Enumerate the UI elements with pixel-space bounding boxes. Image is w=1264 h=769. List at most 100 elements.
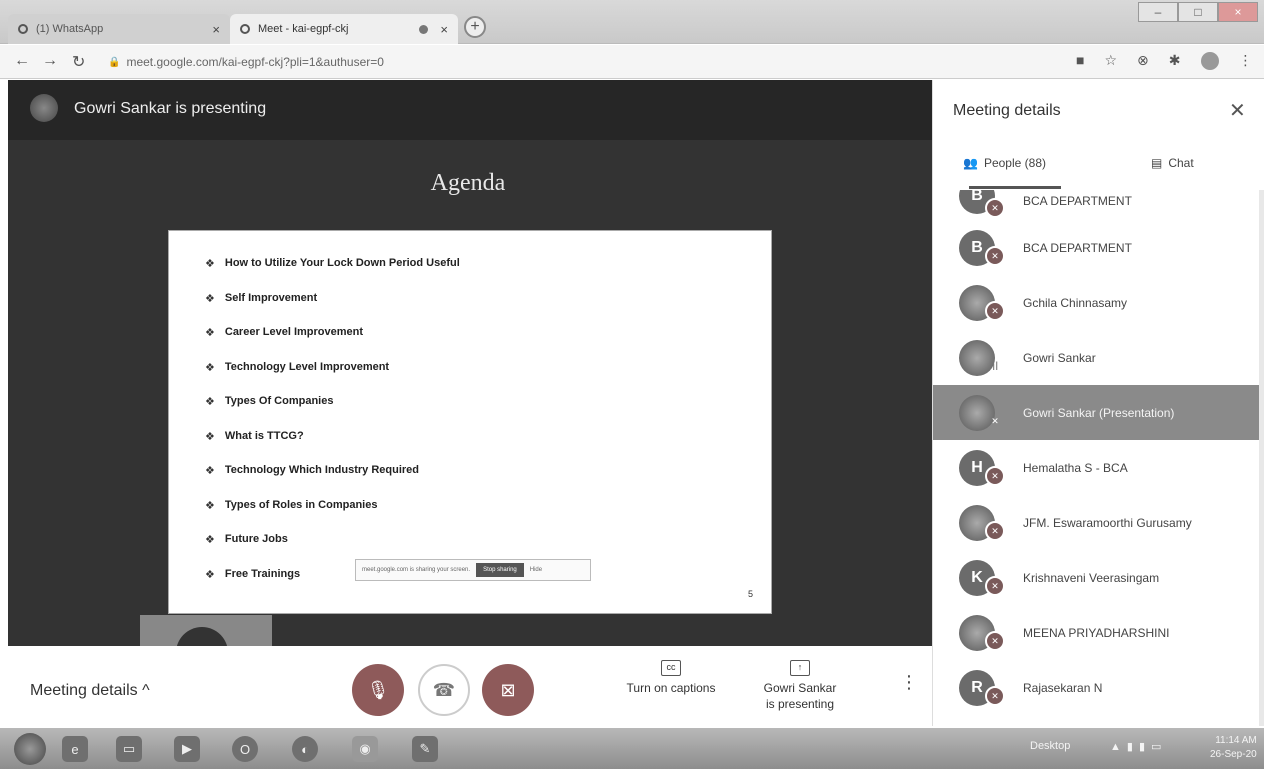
- participant-name: Hemalatha S - BCA: [1023, 460, 1128, 475]
- people-icon: 👥: [963, 156, 978, 170]
- tab-people[interactable]: 👥 People (88): [963, 156, 1046, 170]
- participant-name: Rajasekaran N: [1023, 680, 1103, 695]
- participant-list: B ✕ BCA DEPARTMENT B ✕ BCA DEPARTMENT ✕ …: [933, 190, 1264, 726]
- close-tab-icon[interactable]: ×: [212, 22, 220, 37]
- list-item[interactable]: H ✕ Hemalatha S - BCA: [933, 440, 1264, 495]
- bullet-icon: ❖: [205, 430, 215, 443]
- list-item[interactable]: B ✕ BCA DEPARTMENT: [933, 190, 1264, 220]
- window-controls: – □ ×: [1138, 2, 1258, 22]
- forward-icon[interactable]: →: [42, 52, 58, 70]
- hang-up-button[interactable]: ☎: [418, 664, 470, 716]
- close-icon[interactable]: ✕: [1229, 98, 1246, 123]
- list-item[interactable]: ıl Gowri Sankar: [933, 330, 1264, 385]
- minimize-button[interactable]: –: [1138, 2, 1178, 22]
- hide-button[interactable]: Hide: [530, 567, 542, 573]
- participant-name: BCA DEPARTMENT: [1023, 240, 1132, 255]
- list-item[interactable]: K ✕ Krishnaveni Veerasingam: [933, 550, 1264, 605]
- mic-off-icon: ✕: [985, 576, 1005, 596]
- address-bar[interactable]: 🔒 meet.google.com/kai-egpf-ckj?pli=1&aut…: [108, 51, 928, 73]
- tab-chat[interactable]: ▤ Chat: [1151, 156, 1194, 170]
- panel-tabs: 👥 People (88) ▤ Chat: [933, 150, 1264, 190]
- captions-button[interactable]: cc Turn on captions: [616, 660, 726, 696]
- bullet-icon: ❖: [205, 499, 215, 512]
- app-icon[interactable]: ◐: [292, 736, 318, 762]
- microphone-off-button[interactable]: 🎙: [352, 664, 404, 716]
- start-button[interactable]: [14, 733, 46, 765]
- participant-name: BCA DEPARTMENT: [1023, 194, 1132, 208]
- bookmark-star-icon[interactable]: ☆: [1104, 52, 1117, 70]
- agenda-item: ❖ Self Improvement: [205, 291, 318, 305]
- taskbar: e ▭ ▶ O ◐ ◉ ✎ Desktop ▲▮▮▭ 11:14 AM 26-S…: [0, 728, 1264, 769]
- internet-explorer-icon[interactable]: e: [62, 736, 88, 762]
- phone-hangup-icon: ☎: [432, 679, 456, 700]
- camera-off-icon: ⊠: [500, 679, 516, 700]
- recording-icon: [419, 24, 429, 34]
- browser-tab-bar: (1) WhatsApp × Meet - kai-egpf-ckj × + –…: [0, 0, 1264, 44]
- new-tab-button[interactable]: +: [464, 16, 486, 38]
- slide-page-number: 5: [747, 589, 753, 599]
- shared-slide: ❖ How to Utilize Your Lock Down Period Us…: [168, 230, 772, 614]
- presentation-stage: Gowri Sankar is presenting Agenda ❖ How t…: [8, 80, 932, 646]
- desktop-toolbar-label[interactable]: Desktop: [1030, 740, 1070, 752]
- slide-title: Agenda: [430, 170, 506, 196]
- browser-toolbar: ← → ↻ 🔒 meet.google.com/kai-egpf-ckj?pli…: [0, 45, 1264, 79]
- presenter-avatar: [30, 94, 58, 122]
- captions-icon: cc: [661, 660, 681, 676]
- list-item[interactable]: B ✕ BCA DEPARTMENT: [933, 220, 1264, 275]
- bullet-icon: ❖: [205, 568, 215, 581]
- list-item[interactable]: ✕ Gchila Chinnasamy: [933, 275, 1264, 330]
- agenda-item: ❖ Technology Level Improvement: [205, 360, 390, 374]
- camera-icon[interactable]: ■: [1076, 52, 1084, 70]
- profile-avatar[interactable]: [1200, 52, 1219, 70]
- more-options-icon[interactable]: ⋮: [900, 672, 918, 693]
- bullet-icon: ❖: [205, 361, 215, 374]
- agenda-item: ❖ Technology Which Industry Required: [205, 464, 420, 477]
- list-item[interactable]: R ✕ Rajasekaran N: [933, 660, 1264, 715]
- meeting-details-toggle[interactable]: Meeting details ^: [30, 682, 150, 700]
- menu-kebab-icon[interactable]: ⋮: [1239, 52, 1253, 70]
- screen-share-notice: meet.google.com is sharing your screen. …: [355, 559, 591, 581]
- agenda-item: ❖ How to Utilize Your Lock Down Period Us…: [205, 257, 460, 270]
- presenter-label: Gowri Sankar is presenting: [74, 100, 267, 117]
- list-item[interactable]: ✕ Gowri Sankar (Presentation): [933, 385, 1264, 440]
- stop-sharing-button[interactable]: Stop sharing: [476, 563, 524, 577]
- list-item[interactable]: ✕ MEENA PRIYADHARSHINI: [933, 605, 1264, 660]
- self-video-person: [176, 627, 228, 646]
- file-explorer-icon[interactable]: ▭: [116, 736, 142, 762]
- chevron-up-icon: ^: [142, 682, 150, 699]
- whatsapp-icon: [18, 24, 28, 34]
- participant-name: Gchila Chinnasamy: [1023, 295, 1128, 310]
- close-window-button[interactable]: ×: [1218, 2, 1258, 22]
- participant-list-scrollbar[interactable]: [1259, 190, 1264, 726]
- system-tray-icons[interactable]: ▲▮▮▭: [1110, 740, 1167, 753]
- bullet-icon: ❖: [205, 534, 215, 546]
- close-tab-icon[interactable]: ×: [440, 22, 448, 37]
- tab-whatsapp[interactable]: (1) WhatsApp ×: [8, 14, 230, 44]
- mic-off-icon: ✕: [985, 301, 1005, 321]
- meet-icon: [240, 24, 250, 34]
- system-clock[interactable]: 11:14 AM 26-Sep-20: [1210, 734, 1257, 762]
- reload-icon[interactable]: ↻: [72, 52, 85, 72]
- maximize-button[interactable]: □: [1178, 2, 1218, 22]
- back-icon[interactable]: ←: [14, 52, 30, 70]
- bullet-icon: ❖: [205, 292, 215, 305]
- notes-app-icon[interactable]: ✎: [412, 736, 438, 762]
- lock-icon: 🔒: [108, 56, 121, 68]
- mic-off-icon: ✕: [991, 415, 999, 426]
- participant-name: Gowri Sankar (Presentation): [1023, 405, 1175, 420]
- chrome-icon[interactable]: ◉: [352, 736, 378, 762]
- camera-off-button[interactable]: ⊠: [482, 664, 534, 716]
- opera-icon[interactable]: O: [232, 736, 258, 762]
- meeting-controls-bar: Meeting details ^ 🎙 ☎ ⊠ cc Turn on capti…: [8, 646, 932, 726]
- mic-off-icon: ✕: [985, 521, 1005, 541]
- agenda-list: ❖ How to Utilize Your Lock Down Period Us…: [205, 257, 460, 602]
- presenting-button[interactable]: ↑ Gowri Sankar is presenting: [752, 660, 848, 712]
- mic-off-icon: ✕: [985, 631, 1005, 651]
- tab-meet[interactable]: Meet - kai-egpf-ckj ×: [230, 14, 458, 44]
- mic-off-icon: ✕: [985, 198, 1005, 218]
- extension-icon[interactable]: ⊗: [1137, 52, 1149, 70]
- participant-name: Gowri Sankar: [1023, 350, 1096, 365]
- puzzle-icon[interactable]: ✱: [1169, 52, 1181, 70]
- list-item[interactable]: ✕ JFM. Eswaramoorthi Gurusamy: [933, 495, 1264, 550]
- media-player-icon[interactable]: ▶: [174, 736, 200, 762]
